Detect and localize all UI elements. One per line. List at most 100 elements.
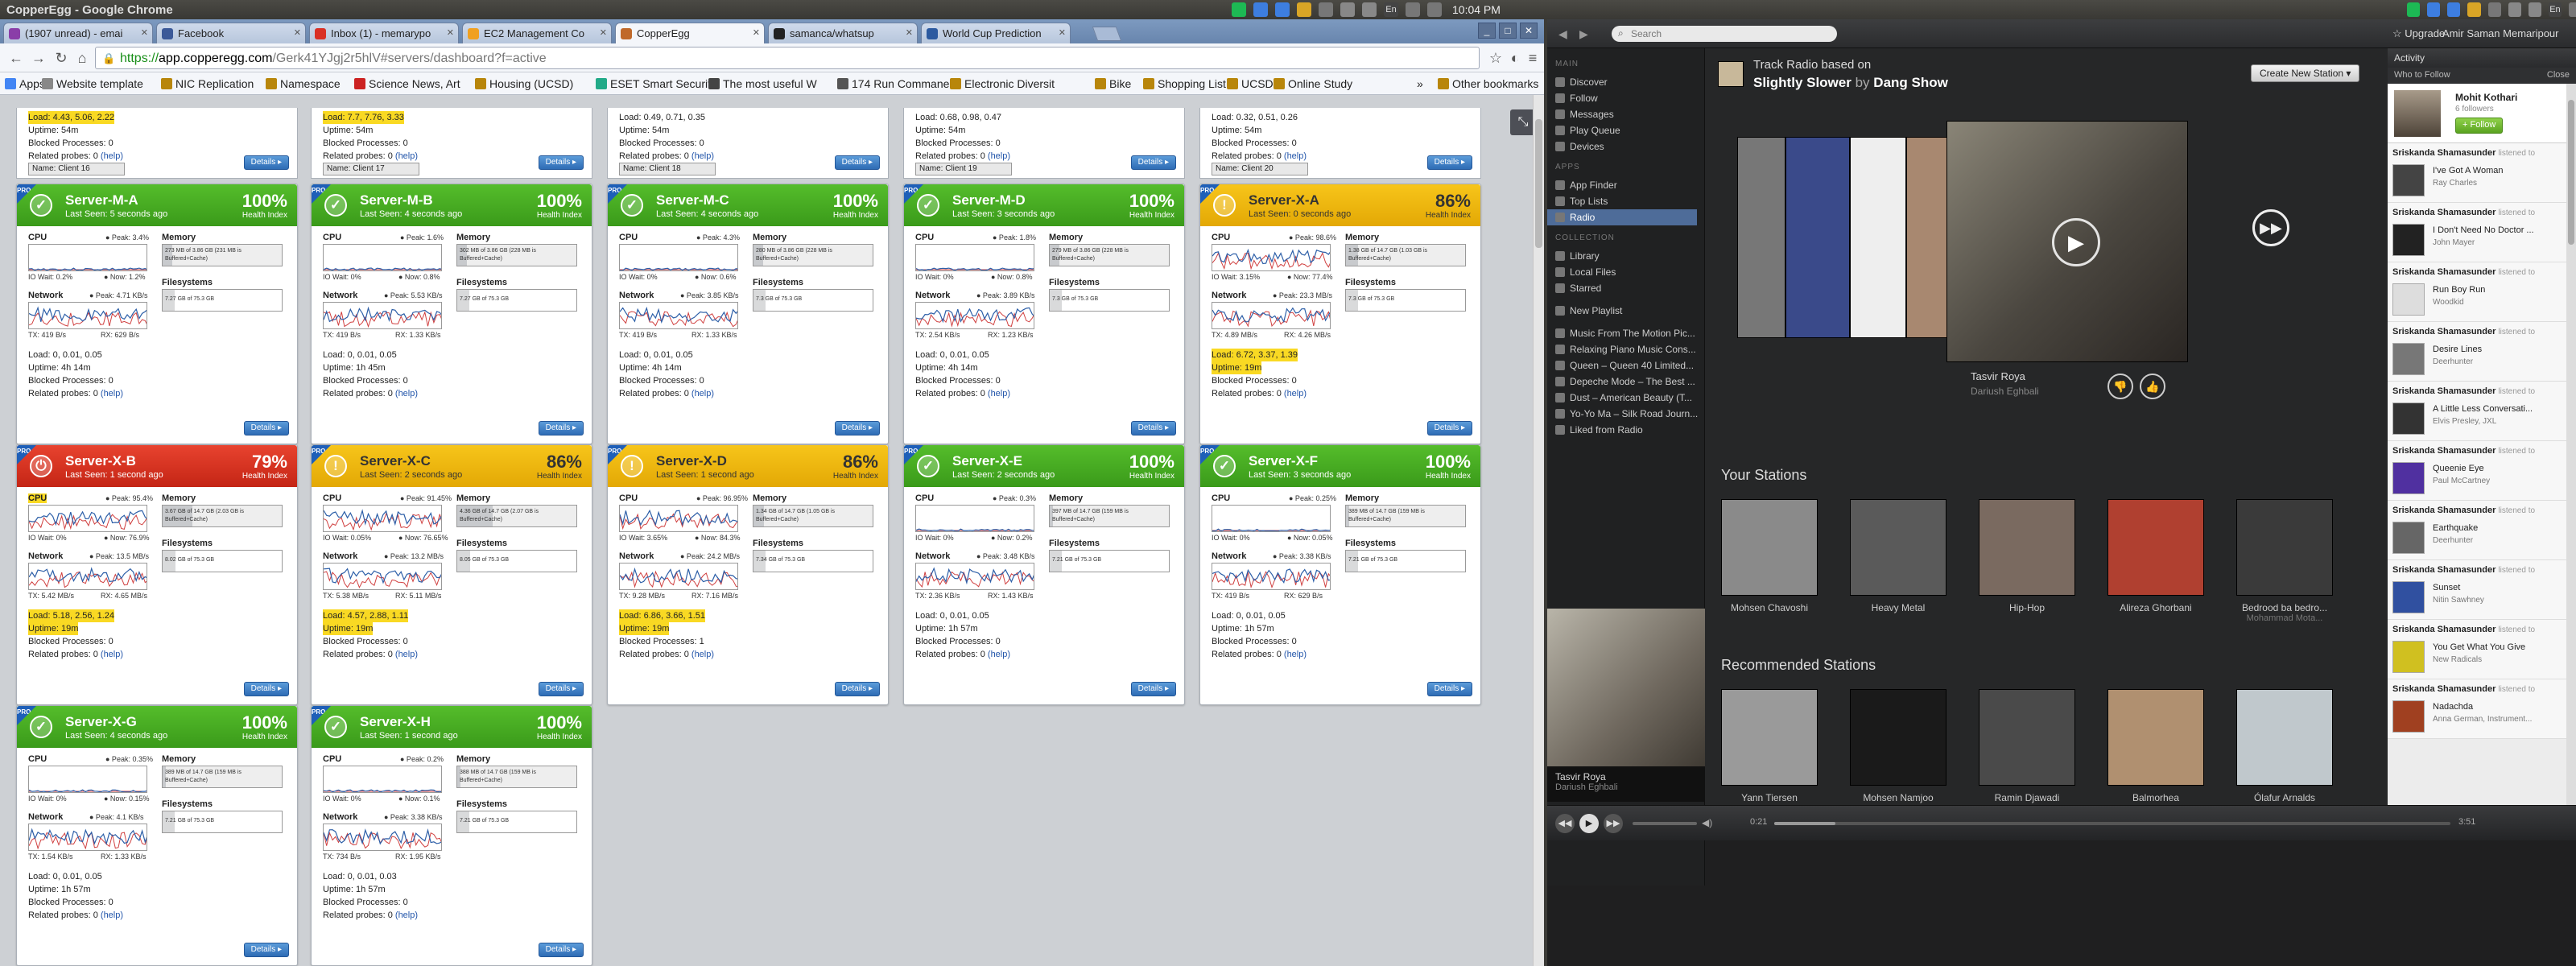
server-name[interactable]: Server-X-C	[360, 453, 431, 469]
track-art[interactable]	[2392, 224, 2425, 256]
station-name[interactable]: Balmorhea	[2107, 792, 2204, 803]
server-name[interactable]: Server-X-A	[1249, 192, 1319, 208]
track-art[interactable]	[2392, 581, 2425, 613]
help-link[interactable]: (help)	[1284, 389, 1307, 398]
tab-close-icon[interactable]: ✕	[141, 27, 148, 38]
previous-icon[interactable]: ◀◀	[1555, 814, 1575, 833]
bookmark-item[interactable]: UCSD	[1227, 77, 1274, 90]
station-tile[interactable]: Ólafur Arnalds	[2236, 689, 2333, 803]
help-link[interactable]: (help)	[1284, 151, 1307, 161]
station-tile[interactable]: Heavy Metal	[1850, 499, 1946, 613]
search-input[interactable]: ⌕ Search	[1612, 26, 1837, 42]
sidebar-item[interactable]: Radio	[1547, 209, 1697, 225]
bookmark-item[interactable]: Online Study	[1274, 77, 1352, 90]
station-art[interactable]	[2236, 689, 2333, 786]
browser-tab[interactable]: Inbox (1) - memarypo ✕	[309, 23, 459, 43]
name-tag[interactable]: Name: Client 19	[915, 163, 1012, 175]
details-button[interactable]: Details ▸	[538, 155, 584, 170]
activity-item[interactable]: Sriskanda Shamasunder listened to Queenie…	[2388, 441, 2576, 501]
track-title[interactable]: Earthquake	[2433, 523, 2570, 533]
track-title[interactable]: I Don't Need No Doctor ...	[2433, 225, 2570, 235]
skip-next-icon[interactable]: ▶▶	[2252, 209, 2289, 246]
track-artist[interactable]: Anna German, Instrument...	[2433, 715, 2570, 724]
details-button[interactable]: Details ▸	[243, 155, 289, 170]
track-art[interactable]	[2392, 402, 2425, 435]
bookmark-item[interactable]: NIC Replication	[161, 77, 254, 90]
suggest-name[interactable]: Mohit Kothari	[2455, 92, 2517, 103]
nav-back-icon[interactable]: ◀	[1558, 27, 1567, 41]
bookmark-item[interactable]: Bike	[1095, 77, 1131, 90]
details-button[interactable]: Details ▸	[538, 943, 584, 957]
album-cover[interactable]	[1737, 137, 1785, 338]
server-card-header[interactable]: PRO ✓ Server-X-H Last Seen: 1 second ago 100…	[312, 706, 592, 748]
track-title[interactable]: You Get What You Give	[2433, 642, 2570, 652]
browser-tab[interactable]: Facebook ✕	[156, 23, 306, 43]
sidebar-item[interactable]: Starred	[1555, 280, 1705, 296]
new-tab-button[interactable]	[1092, 27, 1122, 41]
details-button[interactable]: Details ▸	[834, 682, 880, 696]
radio-seed-track[interactable]: Slightly Slower	[1753, 75, 1852, 90]
sidebar-item[interactable]: Liked from Radio	[1555, 422, 1705, 438]
track-artist[interactable]: Deerhunter	[2433, 357, 2570, 366]
menu-icon[interactable]: ≡	[1523, 48, 1542, 68]
station-name[interactable]: Heavy Metal	[1850, 602, 1946, 613]
track-title[interactable]: Nadachda	[2433, 702, 2570, 712]
station-tile[interactable]: Hip-Hop	[1979, 499, 2075, 613]
bookmark-item[interactable]: 174 Run Commane	[837, 77, 949, 90]
progress-bar[interactable]	[1774, 822, 2450, 825]
thumbs-down-icon[interactable]: 👎	[2107, 374, 2133, 399]
help-link[interactable]: (help)	[1284, 650, 1307, 659]
track-artist[interactable]: Paul McCartney	[2433, 477, 2570, 485]
station-name[interactable]: Ólafur Arnalds	[2236, 792, 2333, 803]
current-track-artist[interactable]: Dariush Eghbali	[1971, 386, 2039, 397]
details-button[interactable]: Details ▸	[243, 943, 289, 957]
bookmark-item[interactable]: Electronic Diversit	[950, 77, 1055, 90]
upgrade-link[interactable]: ☆ Upgrade	[2392, 27, 2445, 40]
station-tile[interactable]: Mohsen Chavoshi	[1721, 499, 1818, 613]
browser-tab[interactable]: CopperEgg ✕	[615, 23, 765, 43]
nav-forward-icon[interactable]: ▶	[1579, 27, 1588, 41]
station-name[interactable]: Alireza Ghorbani	[2107, 602, 2204, 613]
server-card-header[interactable]: PRO ✓ Server-X-G Last Seen: 4 seconds ago 10…	[17, 706, 297, 748]
name-tag[interactable]: Name: Client 18	[619, 163, 716, 175]
sidebar-item[interactable]: App Finder	[1555, 177, 1705, 193]
extension-icon[interactable]: ◐	[1505, 48, 1525, 68]
home-icon[interactable]: ⌂	[72, 48, 92, 68]
track-artist[interactable]: Ray Charles	[2433, 179, 2570, 188]
server-card-header[interactable]: PRO ✓ Server-X-F Last Seen: 3 seconds ago 10…	[1200, 445, 1480, 487]
album-cover[interactable]	[1850, 137, 1906, 338]
track-art[interactable]	[2392, 343, 2425, 375]
server-name[interactable]: Server-X-E	[952, 453, 1022, 469]
network-icon[interactable]	[2487, 2, 2501, 17]
sidebar-item[interactable]: Queen – Queen 40 Limited...	[1555, 357, 1705, 374]
server-name[interactable]: Server-M-A	[65, 192, 138, 208]
sidebar-item[interactable]: Relaxing Piano Music Cons...	[1555, 341, 1705, 357]
track-artist[interactable]: John Mayer	[2433, 238, 2570, 247]
back-icon[interactable]: ←	[6, 48, 26, 68]
create-station-button[interactable]: Create New Station ▾	[2251, 64, 2360, 82]
tab-close-icon[interactable]: ✕	[753, 27, 760, 38]
chrome-icon[interactable]	[2467, 2, 2481, 17]
now-playing-artist[interactable]: Dariush Eghbali	[1555, 782, 1697, 792]
thumbs-up-icon[interactable]: 👍	[2140, 374, 2165, 399]
browser-tab[interactable]: samanca/whatsup ✕	[768, 23, 918, 43]
activity-item[interactable]: Sriskanda Shamasunder listened to You Get…	[2388, 620, 2576, 679]
server-name[interactable]: Server-X-D	[656, 453, 727, 469]
album-cover[interactable]	[1785, 137, 1850, 338]
help-link[interactable]: (help)	[101, 650, 123, 659]
activity-item[interactable]: Sriskanda Shamasunder listened to I've Go…	[2388, 143, 2576, 203]
station-art[interactable]	[2236, 499, 2333, 596]
play-pause-icon[interactable]: ▶	[1579, 814, 1599, 833]
sidebar-item[interactable]: New Playlist	[1555, 303, 1705, 319]
keyboard-en-icon[interactable]: En	[2548, 2, 2562, 17]
help-link[interactable]: (help)	[988, 151, 1010, 161]
name-tag[interactable]: Name: Client 20	[1212, 163, 1308, 175]
details-button[interactable]: Details ▸	[538, 421, 584, 436]
bookmark-item[interactable]: Shopping List	[1143, 77, 1226, 90]
station-art[interactable]	[1850, 499, 1946, 596]
help-link[interactable]: (help)	[101, 151, 123, 161]
track-title[interactable]: A Little Less Conversati...	[2433, 404, 2570, 414]
sidebar-item[interactable]: Music From The Motion Pic...	[1555, 325, 1705, 341]
station-tile[interactable]: Ramin Djawadi	[1979, 689, 2075, 803]
help-link[interactable]: (help)	[691, 650, 714, 659]
